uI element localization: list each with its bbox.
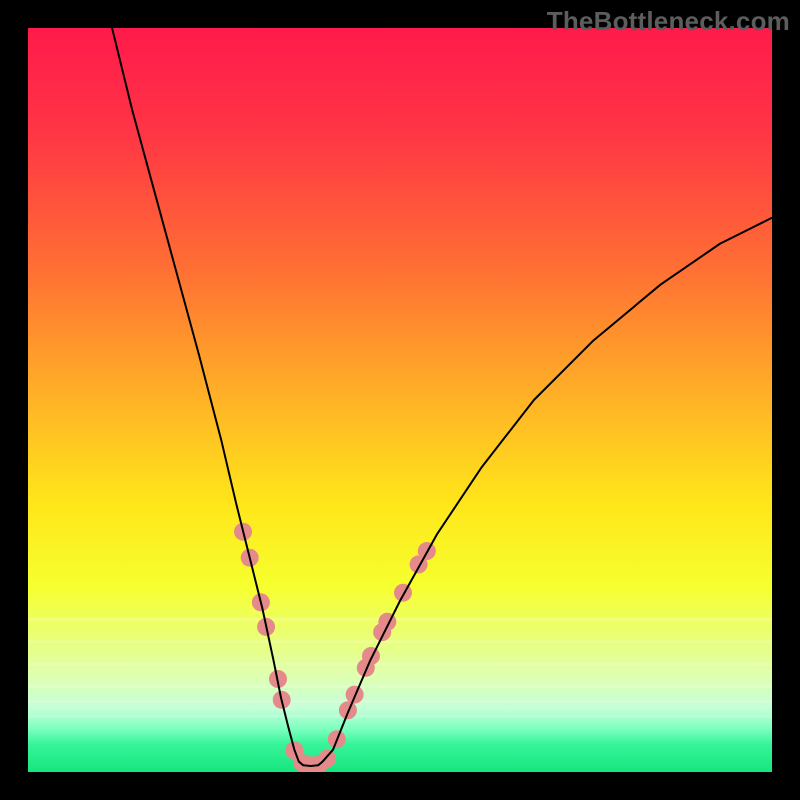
data-marker (318, 750, 336, 768)
plot-area (28, 28, 772, 772)
chart-frame: TheBottleneck.com (0, 0, 800, 800)
data-marker (362, 647, 380, 665)
watermark-label: TheBottleneck.com (547, 6, 790, 37)
data-marker (394, 584, 412, 602)
chart-svg (28, 28, 772, 772)
